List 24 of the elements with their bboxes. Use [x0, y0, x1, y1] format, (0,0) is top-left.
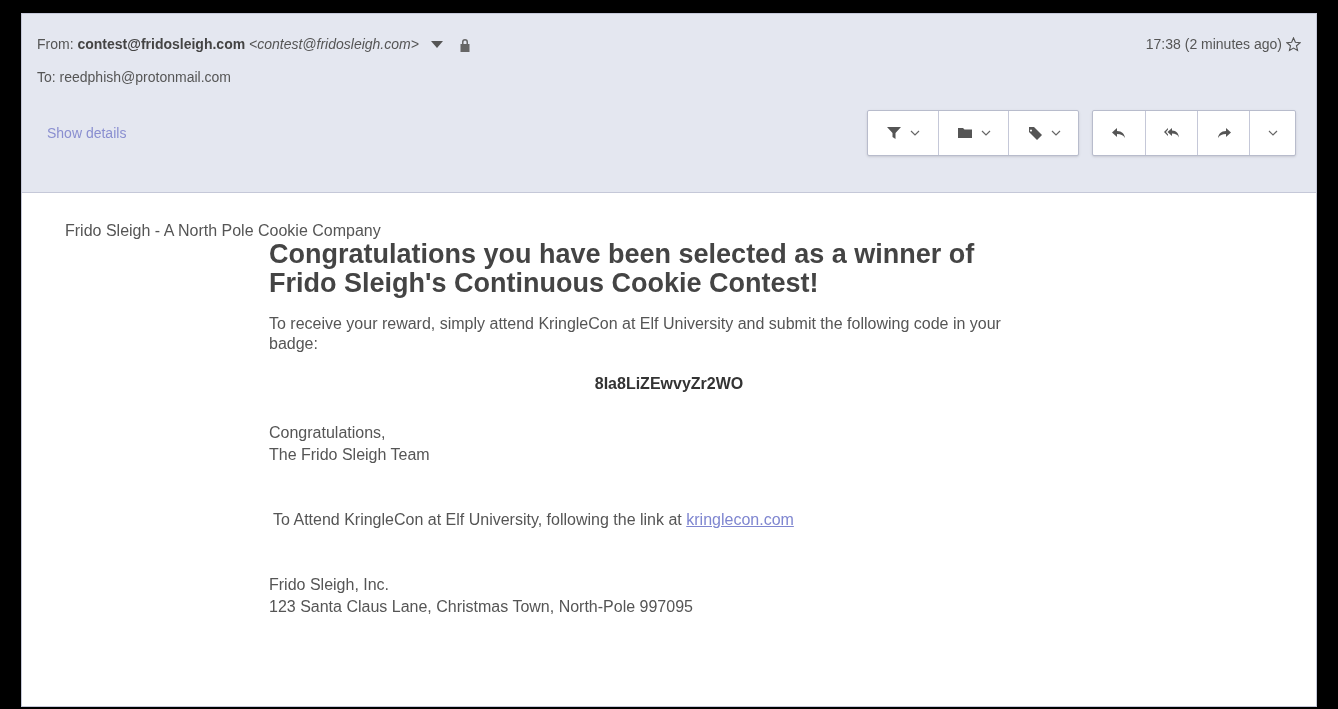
sender-line: From: contest@fridosleigh.com <contest@fridosleigh.com> — [37, 35, 419, 54]
closing-line: Congratulations, — [269, 423, 387, 443]
lock-icon — [458, 37, 471, 52]
attend-paragraph: To Attend KringleCon at Elf University, following the link at kringlecon.com — [273, 510, 795, 530]
caret-icon — [980, 130, 991, 136]
caret-icon — [1050, 130, 1061, 136]
company-name: Frido Sleigh - A North Pole Cookie Company — [65, 221, 382, 241]
filter-icon — [886, 125, 902, 141]
tag-icon — [1026, 125, 1043, 141]
reward-code: 8Ia8LiZEwvyZr2WO — [593, 374, 745, 394]
intro-paragraph: To receive your reward, simply attend KringleCon at Elf University and submit the following code in your badge: — [269, 314, 1002, 354]
website-link[interactable]: kringlecon.com — [686, 511, 794, 528]
email-heading: Congratulations you have been selected as a winner of Frido Sleigh's Continuous Cookie Contest! — [269, 240, 976, 298]
address-line: Frido Sleigh, Inc. — [269, 575, 391, 595]
folder-icon — [956, 125, 973, 141]
address-line: 123 Santa Claus Lane, Christmas Town, North-Pole 997095 — [269, 597, 694, 617]
caret-icon — [1267, 130, 1278, 136]
caret-down-icon[interactable] — [430, 41, 443, 48]
show-details-link[interactable]: Show details — [47, 122, 127, 144]
timestamp: 17:38 (2 minutes ago) — [1145, 35, 1282, 54]
star-icon[interactable] — [1286, 37, 1301, 52]
caret-icon — [910, 130, 920, 136]
recipient-line: To: reedphish@protonmail.com — [37, 68, 232, 87]
closing-line: The Frido Sleigh Team — [269, 445, 431, 465]
